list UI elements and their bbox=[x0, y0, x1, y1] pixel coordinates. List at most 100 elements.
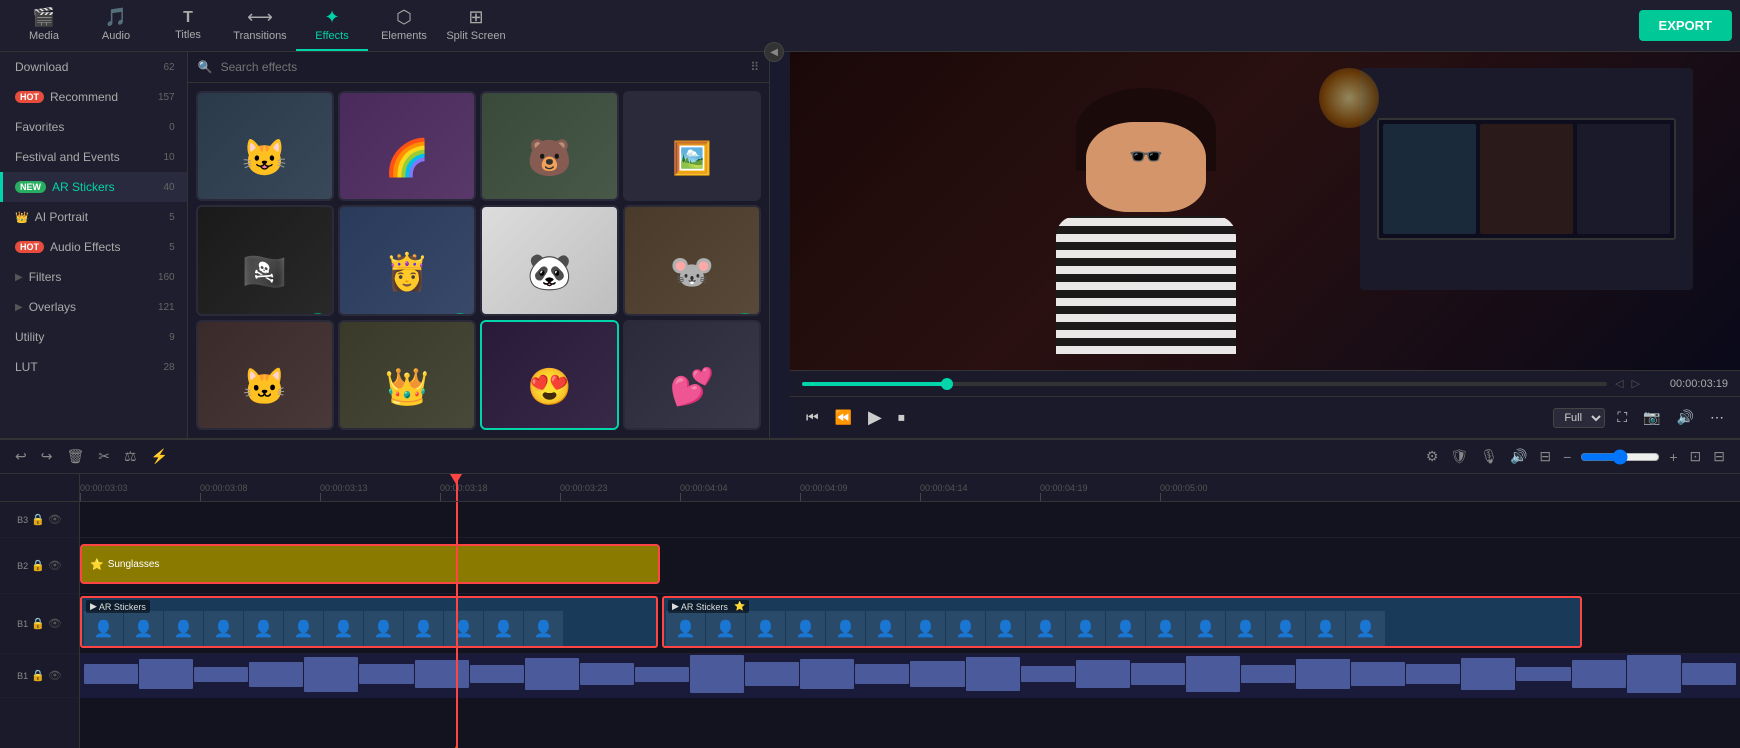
sidebar-collapse-button[interactable]: ◀ bbox=[764, 42, 784, 62]
b3-lock-button[interactable]: 🔒 bbox=[31, 513, 45, 526]
collapse-button[interactable]: ⊟ bbox=[1710, 445, 1728, 468]
wave-16 bbox=[910, 661, 964, 687]
wave-15 bbox=[855, 664, 909, 684]
mouse-download-badge: ⬇ bbox=[735, 313, 755, 315]
wave-18 bbox=[1021, 666, 1075, 682]
track-audio-content[interactable] bbox=[80, 654, 1740, 698]
ar-sticker-clip-2[interactable]: ▶ AR Stickers ⭐ 👤 👤 👤 👤 👤 👤 👤 👤 👤 👤 bbox=[662, 596, 1582, 648]
sidebar-item-lut[interactable]: LUT 28 bbox=[0, 352, 187, 382]
audio-lock-button[interactable]: 🔒 bbox=[31, 669, 45, 682]
ruler-mark-6: 00:00:04:09 bbox=[800, 483, 848, 493]
clip-1-label: ▶ AR Stickers bbox=[86, 600, 150, 613]
frame-c2-3: 👤 bbox=[746, 611, 786, 647]
ar-sticker-clip-1[interactable]: ▶ AR Stickers 👤 👤 👤 👤 👤 👤 👤 👤 👤 👤 👤 bbox=[80, 596, 658, 648]
split-button[interactable]: ⚡ bbox=[148, 445, 171, 468]
redo-button[interactable]: ↪ bbox=[38, 445, 56, 468]
track-b3-content[interactable] bbox=[80, 502, 1740, 538]
effect-row3-2[interactable]: 👑 ⬇ Jewelry bbox=[338, 320, 476, 430]
utility-label: Utility bbox=[15, 330, 44, 344]
sidebar-item-recommend[interactable]: HOT Recommend 157 bbox=[0, 82, 187, 112]
wave-9 bbox=[525, 658, 579, 690]
sidebar-item-ai-portrait[interactable]: 👑 AI Portrait 5 bbox=[0, 202, 187, 232]
mic-button[interactable]: 🎙 bbox=[1477, 445, 1501, 468]
timeline-zoom-slider[interactable] bbox=[1580, 449, 1660, 465]
mouse-emoji: 🐭 bbox=[670, 251, 715, 293]
stop-button[interactable]: ⏹ bbox=[894, 405, 909, 430]
download-count: 62 bbox=[164, 62, 175, 73]
b3-eye-button[interactable]: 👁 bbox=[48, 513, 62, 526]
effect-rainbow-bear[interactable]: 🐻 Rainbow Bear bbox=[480, 91, 618, 201]
effect-heart-eyes[interactable]: 😍 Heart Eyes bbox=[480, 320, 618, 430]
audio-eye-button[interactable]: 👁 bbox=[48, 669, 62, 682]
sidebar-item-festival[interactable]: Festival and Events 10 bbox=[0, 142, 187, 172]
fullscreen-button[interactable]: ⛶ bbox=[1613, 405, 1631, 430]
track-b1-main-content[interactable]: ▶ AR Stickers 👤 👤 👤 👤 👤 👤 👤 👤 👤 👤 👤 bbox=[80, 594, 1740, 654]
audio-button[interactable]: 🔊 bbox=[1507, 445, 1530, 468]
toolbar-elements[interactable]: ⬡ Elements bbox=[368, 1, 440, 51]
sidebar-item-overlays[interactable]: ▶ Overlays 121 bbox=[0, 292, 187, 322]
zoom-in-button[interactable]: + bbox=[1666, 446, 1680, 468]
sunglasses-clip[interactable]: ⭐ Sunglasses bbox=[80, 544, 660, 584]
track-label-b3: B3 🔒 👁 bbox=[0, 502, 79, 538]
zoom-select[interactable]: Full bbox=[1553, 408, 1605, 428]
effect-pirate[interactable]: 🏴‍☠️ ⬇ Pirate bbox=[196, 205, 334, 315]
effect-rainbow-cheeks[interactable]: 🌈 Rainbow Cheeks bbox=[338, 91, 476, 201]
sidebar-item-utility[interactable]: Utility 9 bbox=[0, 322, 187, 352]
shield-button[interactable]: 🛡 bbox=[1447, 445, 1471, 468]
sidebar-item-download[interactable]: Download 62 bbox=[0, 52, 187, 82]
effect-row3-4[interactable]: 💕 Heart Girl bbox=[623, 320, 761, 430]
skip-back-button[interactable]: ⏮ bbox=[802, 405, 823, 430]
b1-lock-button[interactable]: 🔒 bbox=[31, 617, 45, 630]
undo-button[interactable]: ↩ bbox=[12, 445, 30, 468]
b1-main-label: B1 bbox=[17, 619, 28, 629]
adjust-button[interactable]: ⚖ bbox=[121, 445, 140, 468]
delete-button[interactable]: 🗑 bbox=[63, 445, 87, 468]
volume-button[interactable]: 🔊 bbox=[1673, 405, 1698, 430]
effect-pearl-girl[interactable]: 👸 ⬇ Pearl Girl bbox=[338, 205, 476, 315]
screenshot-button[interactable]: 📷 bbox=[1639, 405, 1664, 430]
effect-rabbit[interactable]: 🖼️ Rabbit bbox=[623, 91, 761, 201]
panda-emoji: 🐼 bbox=[527, 251, 572, 293]
play-button[interactable]: ▶ bbox=[864, 403, 886, 432]
b2-eye-button[interactable]: 👁 bbox=[48, 559, 62, 572]
frame-c2-6: 👤 bbox=[866, 611, 906, 647]
favorites-count: 0 bbox=[169, 122, 175, 133]
effects-icon: ✦ bbox=[324, 7, 339, 28]
toolbar-effects[interactable]: ✦ Effects bbox=[296, 1, 368, 51]
toolbar-audio[interactable]: 🎵 Audio bbox=[80, 1, 152, 51]
fit-button[interactable]: ⊡ bbox=[1687, 445, 1705, 468]
toolbar-transitions[interactable]: ⟷ Transitions bbox=[224, 1, 296, 51]
effect-panda[interactable]: 🐼 Panda bbox=[480, 205, 618, 315]
more-options-button[interactable]: ⋯ bbox=[1706, 405, 1728, 430]
b2-lock-button[interactable]: 🔒 bbox=[31, 559, 45, 572]
ruler-mark-2: 00:00:03:13 bbox=[320, 483, 368, 493]
zoom-out-button[interactable]: − bbox=[1560, 446, 1574, 468]
grid-view-icon[interactable]: ⠿ bbox=[750, 60, 759, 74]
wave-28 bbox=[1572, 660, 1626, 688]
toolbar-titles[interactable]: T Titles bbox=[152, 1, 224, 51]
track-b2-content[interactable]: ⭐ Sunglasses bbox=[80, 538, 1740, 594]
ruler-times[interactable]: 00:00:03:03 00:00:03:08 00:00:03:13 00:0… bbox=[80, 474, 1740, 501]
settings-button[interactable]: ⚙ bbox=[1423, 445, 1442, 468]
sidebar-item-audio-effects[interactable]: HOT Audio Effects 5 bbox=[0, 232, 187, 262]
wave-8 bbox=[470, 665, 524, 683]
cut-button[interactable]: ✂ bbox=[95, 445, 113, 468]
effect-shiny-cat[interactable]: 😺 Shiny Cat bbox=[196, 91, 334, 201]
frame-c2-12: 👤 bbox=[1106, 611, 1146, 647]
sidebar-item-favorites[interactable]: Favorites 0 bbox=[0, 112, 187, 142]
sidebar-item-ar-stickers[interactable]: NEW AR Stickers 40 bbox=[0, 172, 187, 202]
caption-button[interactable]: ⊟ bbox=[1536, 445, 1554, 468]
toolbar-split-screen[interactable]: ⊞ Split Screen bbox=[440, 1, 512, 51]
effect-row3-1[interactable]: 🐱 ⬇ Kitty bbox=[196, 320, 334, 430]
search-input[interactable] bbox=[221, 60, 743, 74]
frame-7: 👤 bbox=[324, 611, 364, 647]
wave-6 bbox=[359, 664, 413, 684]
frame-back-button[interactable]: ⏪ bbox=[831, 405, 856, 430]
export-button[interactable]: EXPORT bbox=[1639, 10, 1732, 41]
b1-eye-button[interactable]: 👁 bbox=[48, 617, 62, 630]
row3-1-download-badge: ⬇ bbox=[308, 428, 328, 430]
toolbar-media[interactable]: 🎬 Media bbox=[8, 1, 80, 51]
effect-mouse[interactable]: 🐭 ⬇ Mouse bbox=[623, 205, 761, 315]
sidebar-item-filters[interactable]: ▶ Filters 160 bbox=[0, 262, 187, 292]
progress-bar[interactable] bbox=[802, 382, 1607, 386]
